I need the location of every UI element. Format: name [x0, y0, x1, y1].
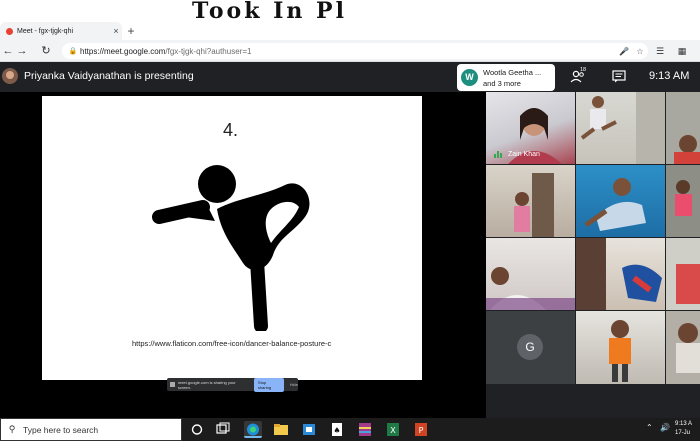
participant-initial-avatar: G — [517, 334, 543, 360]
participant-tile[interactable] — [486, 238, 575, 310]
svg-text:♠: ♠ — [333, 426, 340, 435]
chip-participant-name: Wootla Geetha ... — [483, 68, 542, 77]
lock-icon: 🔒 — [68, 48, 78, 55]
background-writing: Took In Pl — [192, 0, 347, 22]
participant-tile[interactable] — [576, 92, 665, 164]
system-date: 17-Ju — [675, 430, 691, 436]
slide-number: 4. — [223, 120, 239, 140]
share-indicator-icon — [170, 382, 175, 387]
url-path: /fgx-tjgk-qhi?authuser=1 — [165, 46, 252, 56]
search-icon: ⚲ — [8, 424, 16, 434]
share-message: meet.google.com is sharing your screen. — [177, 379, 236, 390]
store-icon[interactable] — [300, 421, 318, 438]
system-time: 9:13 A — [675, 421, 693, 427]
presented-slide: 4. https://www.flaticon.com/free-icon/da… — [42, 96, 422, 380]
stop-sharing-button[interactable]: Stop sharing — [253, 377, 284, 392]
microphone-icon[interactable]: 🎤 — [616, 47, 632, 56]
favorites-icon[interactable]: ☰ — [652, 43, 668, 59]
participant-tile[interactable] — [666, 92, 700, 164]
presenting-text: Priyanka Vaidyanathan is presenting — [24, 70, 194, 82]
browser-tab-meet[interactable]: Meet - fgx-tjgk-qhi × — [0, 22, 122, 40]
participant-tile[interactable] — [576, 311, 665, 384]
new-tab-button[interactable]: + — [124, 22, 138, 40]
system-clock[interactable]: 9:13 A 17-Ju — [675, 420, 692, 438]
participant-tile[interactable] — [486, 165, 575, 237]
hide-button[interactable]: Hide — [290, 382, 298, 387]
participant-tile[interactable] — [576, 238, 665, 310]
url-host: https://meet.google.com — [80, 46, 166, 56]
meet-window: Priyanka Vaidyanathan is presenting W Wo… — [0, 62, 700, 418]
collections-icon[interactable]: ▦ — [674, 43, 690, 59]
chat-icon[interactable] — [611, 70, 627, 84]
svg-text:X: X — [390, 426, 396, 435]
address-bar: ← → ↻ 🔒 https://meet.google.com /fgx-tjg… — [0, 40, 700, 62]
pinned-participants-chip[interactable]: W Wootla Geetha ... and 3 more — [457, 64, 555, 91]
meet-favicon-icon — [6, 27, 13, 35]
file-explorer-icon[interactable] — [272, 421, 290, 438]
presentation-stage: 4. https://www.flaticon.com/free-icon/da… — [0, 92, 486, 418]
cortana-icon[interactable] — [188, 421, 206, 438]
tab-strip: Took In Pl Meet - fgx-tjgk-qhi × + — [0, 0, 700, 40]
winrar-icon[interactable] — [356, 421, 374, 438]
meeting-clock: 9:13 AM — [649, 70, 690, 82]
taskbar-search-field[interactable]: ⚲ Type here to search — [0, 418, 182, 441]
solitaire-icon[interactable]: ♠ — [328, 421, 346, 438]
participant-tile-no-video[interactable]: G — [486, 311, 575, 384]
tab-title: Meet - fgx-tjgk-qhi — [17, 27, 74, 35]
powerpoint-icon[interactable]: P — [412, 421, 430, 438]
forward-button[interactable]: → — [14, 43, 30, 59]
slide-credit-link[interactable]: https://www.flaticon.com/free-icon/dance… — [132, 339, 352, 349]
participant-grid: Zain Khan G — [486, 92, 700, 384]
svg-text:P: P — [419, 426, 424, 435]
participant-name-label: Zain Khan — [508, 151, 540, 158]
show-hidden-icons-icon[interactable]: ⌃ — [646, 423, 653, 432]
screen-sharing-bar: meet.google.com is sharing your screen. … — [167, 377, 298, 392]
participant-count: 18 — [580, 67, 587, 73]
url-field[interactable]: 🔒 https://meet.google.com /fgx-tjgk-qhi?… — [62, 43, 648, 59]
meet-top-bar: Priyanka Vaidyanathan is presenting W Wo… — [0, 62, 700, 92]
participant-tile[interactable] — [666, 311, 700, 384]
reload-button[interactable]: ↻ — [38, 43, 54, 59]
participant-tile[interactable] — [666, 238, 700, 310]
participant-tile[interactable] — [666, 165, 700, 237]
participant-tile[interactable] — [576, 165, 665, 237]
task-view-icon[interactable] — [214, 421, 232, 438]
star-icon[interactable]: ☆ — [632, 47, 648, 56]
search-placeholder: Type here to search — [23, 424, 99, 435]
presenter-avatar — [2, 68, 18, 84]
edge-browser-icon[interactable] — [244, 421, 262, 438]
volume-icon[interactable]: 🔊 — [660, 423, 670, 432]
speaking-indicator-icon — [494, 150, 504, 158]
windows-taskbar: ⚲ Type here to search ♠ X P ⌃ 🔊 9:13 A 1… — [0, 418, 700, 441]
dancer-balance-icon — [152, 165, 310, 331]
screen: Took In Pl Meet - fgx-tjgk-qhi × + ← → ↻… — [0, 0, 700, 441]
participant-tile[interactable]: Zain Khan — [486, 92, 575, 164]
excel-icon[interactable]: X — [384, 421, 402, 438]
tab-close-icon[interactable]: × — [110, 26, 122, 36]
participant-initial-avatar: W — [461, 69, 478, 86]
chip-more-count: and 3 more — [483, 79, 521, 88]
